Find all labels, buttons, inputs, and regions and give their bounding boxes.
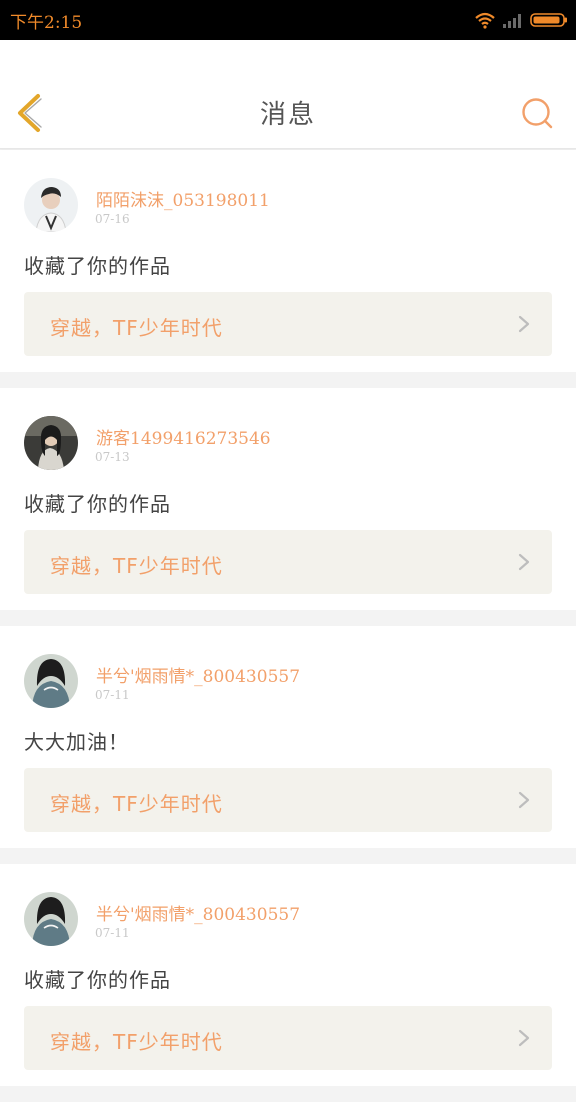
- message-card: 半兮'烟雨情*_800430557 07-11 大大加油！ 穿越，TF少年时代: [0, 626, 576, 848]
- chevron-right-icon: [518, 553, 530, 571]
- wifi-icon: [475, 12, 495, 29]
- search-button[interactable]: [520, 96, 554, 130]
- work-title: 穿越，TF少年时代: [50, 1030, 223, 1054]
- user-name[interactable]: 陌陌沫沫_053198011: [96, 186, 270, 211]
- work-link[interactable]: 穿越，TF少年时代: [24, 530, 552, 594]
- battery-icon: [530, 13, 567, 27]
- chevron-right-icon: [518, 315, 530, 333]
- message-text: 收藏了你的作品: [24, 968, 171, 992]
- page-title: 消息: [259, 100, 316, 130]
- user-name[interactable]: 半兮'烟雨情*_800430557: [96, 662, 300, 687]
- message-date: 07-13: [95, 450, 130, 464]
- work-link[interactable]: 穿越，TF少年时代: [24, 1006, 552, 1070]
- avatar-boy-icon: [24, 178, 78, 232]
- work-title: 穿越，TF少年时代: [50, 792, 223, 816]
- chevron-right-icon: [518, 1029, 530, 1047]
- user-name[interactable]: 半兮'烟雨情*_800430557: [96, 900, 300, 925]
- message-list: 陌陌沫沫_053198011 07-16 收藏了你的作品 穿越，TF少年时代 游…: [0, 150, 576, 1102]
- avatar-girl-icon: [24, 416, 78, 470]
- work-title: 穿越，TF少年时代: [50, 316, 223, 340]
- chevron-right-icon: [518, 791, 530, 809]
- message-date: 07-11: [95, 688, 130, 702]
- search-icon: [522, 98, 553, 129]
- message-card: 陌陌沫沫_053198011 07-16 收藏了你的作品 穿越，TF少年时代: [0, 150, 576, 372]
- avatar[interactable]: [24, 892, 78, 946]
- work-title: 穿越，TF少年时代: [50, 554, 223, 578]
- avatar[interactable]: [24, 178, 78, 232]
- work-link[interactable]: 穿越，TF少年时代: [24, 292, 552, 356]
- signal-icon: [503, 14, 521, 28]
- message-card: 半兮'烟雨情*_800430557 07-11 收藏了你的作品 穿越，TF少年时…: [0, 864, 576, 1086]
- status-icons: [474, 10, 568, 30]
- avatar-hoodie-icon: [24, 892, 78, 946]
- message-date: 07-16: [95, 212, 130, 226]
- status-time: 下午2:15: [10, 13, 83, 33]
- message-text: 收藏了你的作品: [24, 492, 171, 516]
- status-bar: 下午2:15: [0, 0, 576, 40]
- avatar[interactable]: [24, 654, 78, 708]
- header: 消息: [0, 40, 576, 149]
- message-text: 大大加油！: [24, 730, 129, 754]
- work-link[interactable]: 穿越，TF少年时代: [24, 768, 552, 832]
- avatar[interactable]: [24, 416, 78, 470]
- message-card: 游客1499416273546 07-13 收藏了你的作品 穿越，TF少年时代: [0, 388, 576, 610]
- user-name[interactable]: 游客1499416273546: [96, 424, 271, 449]
- message-date: 07-11: [95, 926, 130, 940]
- avatar-hoodie-icon: [24, 654, 78, 708]
- message-text: 收藏了你的作品: [24, 254, 171, 278]
